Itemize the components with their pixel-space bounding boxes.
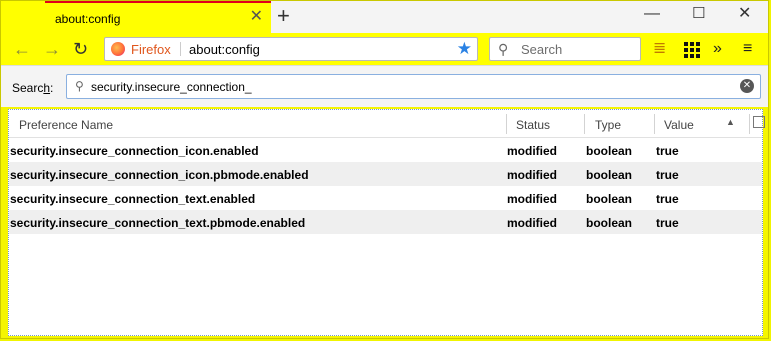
column-separator[interactable]	[749, 114, 750, 134]
back-arrow-icon[interactable]: ←	[13, 39, 31, 59]
url-bar[interactable]: Firefox about:config ★	[104, 37, 478, 61]
search-icon: ⚲	[498, 41, 509, 57]
preference-name-cell: security.insecure_connection_icon.pbmode…	[10, 168, 309, 182]
type-cell: boolean	[586, 192, 633, 206]
column-separator[interactable]	[506, 114, 507, 134]
status-cell: modified	[507, 144, 557, 158]
config-filter-input[interactable]: ⚲ security.insecure_connection_ ✕	[66, 74, 761, 99]
column-separator[interactable]	[654, 114, 655, 134]
url-text[interactable]: about:config	[189, 42, 260, 57]
type-cell: boolean	[586, 216, 633, 230]
filter-value[interactable]: security.insecure_connection_	[91, 80, 252, 94]
table-row[interactable]: security.insecure_connection_icon.pbmode…	[9, 162, 762, 186]
browser-window: about:config ✕ + — ☐ ✕ ← → ↻ Firefox abo…	[0, 0, 769, 339]
identity-label[interactable]: Firefox	[131, 42, 171, 57]
value-cell: true	[656, 192, 679, 206]
tab-about-config[interactable]: about:config ✕	[45, 1, 271, 33]
close-icon[interactable]: ✕	[250, 9, 263, 25]
window-close-icon[interactable]: ✕	[738, 6, 751, 22]
type-cell: boolean	[586, 168, 633, 182]
column-header-status[interactable]: Status	[516, 118, 550, 132]
tab-strip-spacer	[1, 1, 45, 33]
column-separator[interactable]	[584, 114, 585, 134]
preferences-table[interactable]: Preference Name Status Type Value ▲ secu…	[8, 109, 765, 336]
type-cell: boolean	[586, 144, 633, 158]
table-row[interactable]: security.insecure_connection_text.pbmode…	[9, 210, 762, 234]
table-row[interactable]: security.insecure_connection_text.enable…	[9, 186, 762, 210]
search-placeholder: Search	[521, 42, 563, 57]
minimize-icon[interactable]: —	[644, 6, 660, 22]
new-tab-icon[interactable]: +	[277, 4, 290, 28]
hamburger-menu-icon[interactable]: ≡	[743, 39, 752, 59]
table-row[interactable]: security.insecure_connection_icon.enable…	[9, 138, 762, 162]
column-header-type[interactable]: Type	[595, 118, 621, 132]
preference-name-cell: security.insecure_connection_text.enable…	[10, 192, 256, 206]
column-picker-icon[interactable]	[753, 116, 765, 128]
firefox-logo-icon	[111, 42, 125, 56]
overflow-chevron-icon[interactable]: »	[713, 39, 722, 59]
column-header-value[interactable]: Value	[664, 118, 694, 132]
status-cell: modified	[507, 216, 557, 230]
column-header-name[interactable]: Preference Name	[19, 118, 113, 132]
preference-name-cell: security.insecure_connection_text.pbmode…	[10, 216, 306, 230]
search-label: Search:	[12, 81, 54, 95]
search-bar[interactable]: ⚲ Search	[489, 37, 641, 61]
url-separator	[180, 42, 181, 56]
status-cell: modified	[507, 192, 557, 206]
apps-grid-icon[interactable]	[684, 42, 700, 58]
search-icon: ⚲	[75, 79, 84, 93]
maximize-icon[interactable]: ☐	[692, 6, 705, 22]
preference-name-cell: security.insecure_connection_icon.enable…	[10, 144, 259, 158]
navigation-toolbar: ← → ↻ Firefox about:config ★ ⚲ Search ≣ …	[1, 33, 768, 65]
value-cell: true	[656, 216, 679, 230]
table-header: Preference Name Status Type Value ▲	[9, 110, 765, 138]
tab-title: about:config	[55, 12, 121, 26]
forward-arrow-icon[interactable]: →	[43, 39, 61, 59]
tab-bar: about:config ✕ + — ☐ ✕	[1, 1, 768, 33]
value-cell: true	[656, 144, 679, 158]
bookmark-star-icon[interactable]: ★	[457, 39, 472, 59]
reader-list-icon[interactable]: ≣	[653, 39, 666, 59]
config-search-row: Search: ⚲ security.insecure_connection_ …	[1, 65, 768, 107]
status-cell: modified	[507, 168, 557, 182]
table-body: security.insecure_connection_icon.enable…	[9, 138, 762, 234]
clear-icon[interactable]: ✕	[740, 79, 754, 93]
sort-ascending-icon: ▲	[726, 117, 735, 127]
reload-icon[interactable]: ↻	[73, 39, 88, 59]
value-cell: true	[656, 168, 679, 182]
